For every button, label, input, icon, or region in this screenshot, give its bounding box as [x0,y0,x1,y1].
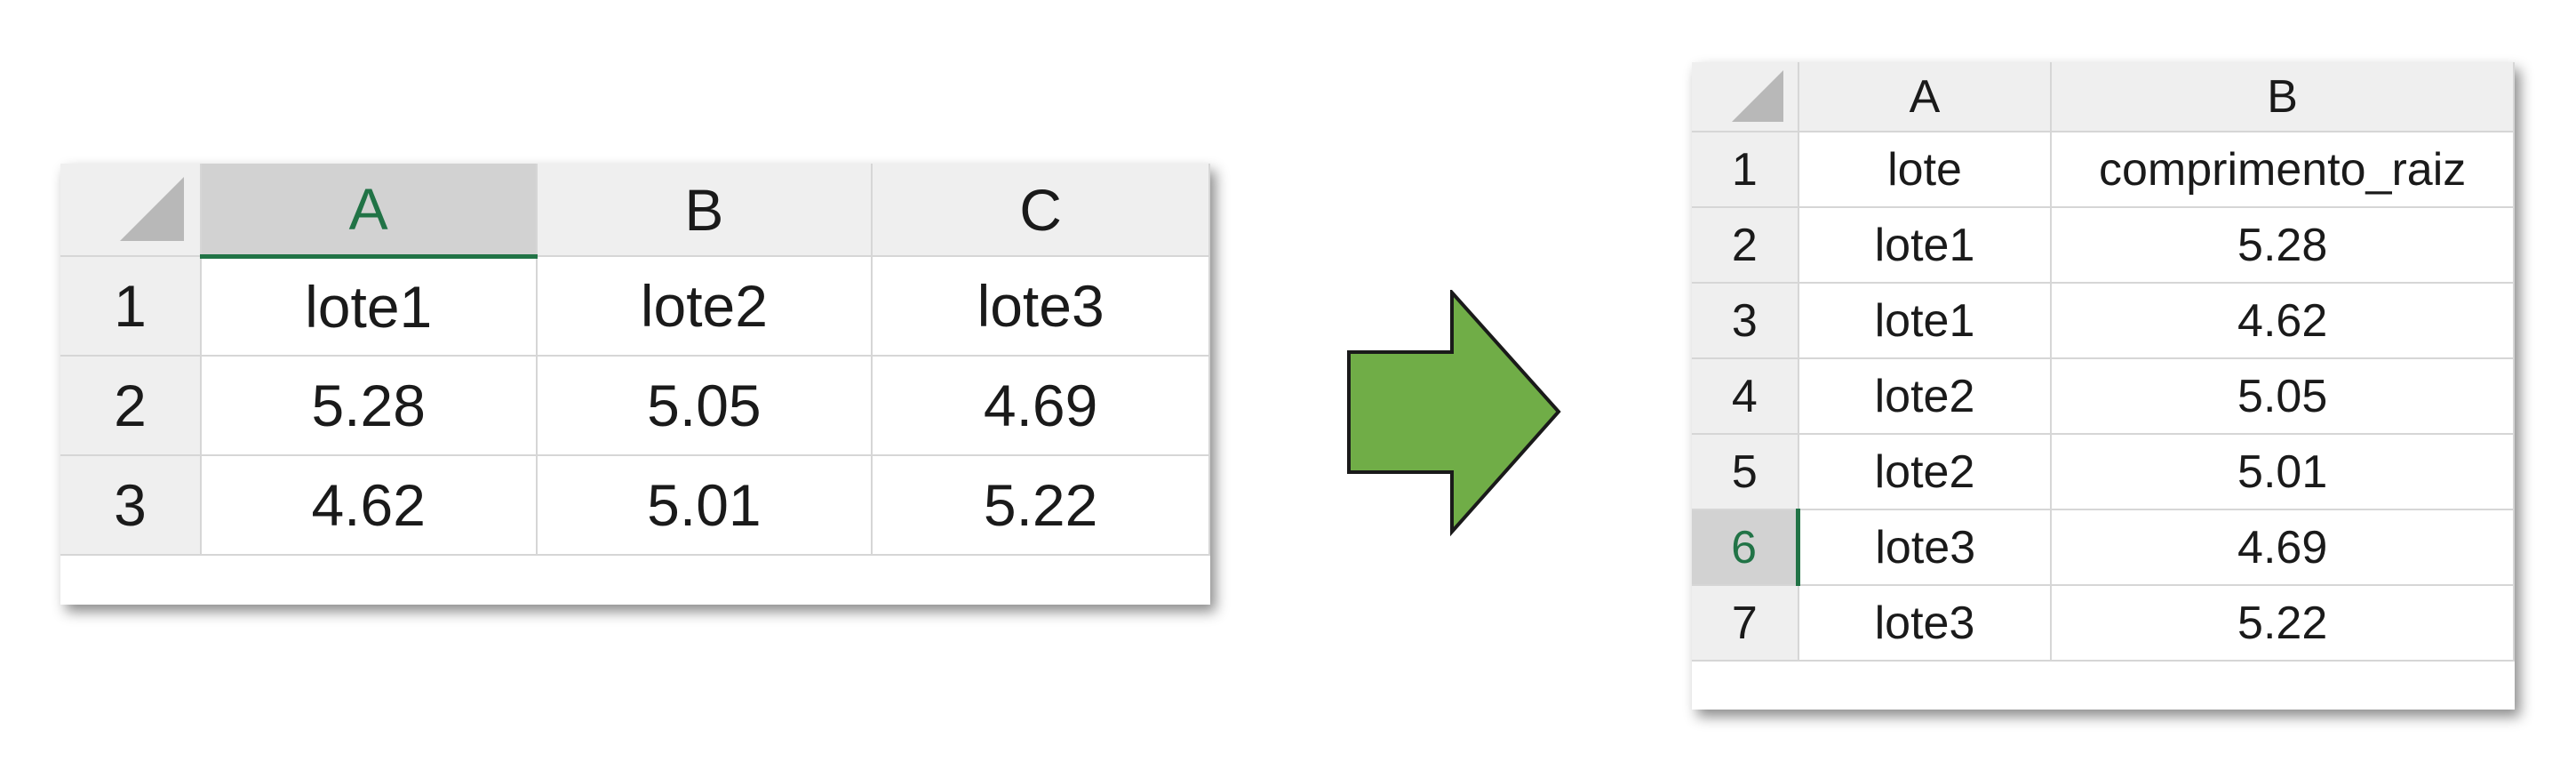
row-header-6[interactable]: 6 [1692,509,1801,586]
table-row: 4 lote2 5.05 [1692,358,2515,435]
table-row: 3 4.62 5.01 5.22 [60,455,1210,556]
table-row: 7 lote3 5.22 [1692,585,2515,662]
row-header-1[interactable]: 1 [1692,132,1799,208]
table-row: 6 lote3 4.69 [1692,509,2515,586]
cell-a4[interactable]: lote2 [1798,358,2053,435]
select-all-corner[interactable] [1692,62,1799,132]
cell-b1[interactable]: lote2 [536,256,873,357]
column-header-b[interactable]: B [536,164,873,257]
cell-b3[interactable]: 4.62 [2051,283,2515,359]
wide-format-grid: A B C 1 lote1 lote2 lote3 2 5.28 5.05 4.… [60,164,1210,556]
table-row: 3 lote1 4.62 [1692,283,2515,359]
cell-a1[interactable]: lote1 [200,256,538,357]
row-header-3[interactable]: 3 [60,455,202,556]
long-format-spreadsheet: A B 1 lote comprimento_raiz 2 lote1 5.28… [1692,62,2515,710]
row-header-4[interactable]: 4 [1692,358,1799,435]
column-header-b[interactable]: B [2051,62,2515,132]
cell-a2[interactable]: 5.28 [200,356,538,456]
cell-c2[interactable]: 4.69 [872,356,1210,456]
cell-a7[interactable]: lote3 [1798,585,2053,662]
cell-b1[interactable]: comprimento_raiz [2051,132,2515,208]
arrow-shape [1347,290,1561,537]
column-header-c[interactable]: C [872,164,1210,257]
cell-b7[interactable]: 5.22 [2051,585,2515,662]
row-header-1[interactable]: 1 [60,256,202,357]
select-all-triangle-icon [1731,70,1783,122]
row-header-7[interactable]: 7 [1692,585,1799,662]
cell-b2[interactable]: 5.05 [536,356,873,456]
column-header-a[interactable]: A [1798,62,2053,132]
table-row: 1 lote1 lote2 lote3 [60,256,1210,357]
row-header-2[interactable]: 2 [60,356,202,456]
right-arrow-icon [1347,290,1561,537]
cell-a2[interactable]: lote1 [1798,207,2053,284]
cell-b2[interactable]: 5.28 [2051,207,2515,284]
cell-a3[interactable]: lote1 [1798,283,2053,359]
long-format-grid: A B 1 lote comprimento_raiz 2 lote1 5.28… [1692,62,2515,662]
select-all-triangle-icon [119,177,184,241]
select-all-corner[interactable] [60,164,202,257]
table-row: 1 lote comprimento_raiz [1692,132,2515,208]
cell-c3[interactable]: 5.22 [872,455,1210,556]
row-header-5[interactable]: 5 [1692,434,1799,510]
row-header-3[interactable]: 3 [1692,283,1799,359]
table-row: 2 5.28 5.05 4.69 [60,356,1210,456]
cell-b5[interactable]: 5.01 [2051,434,2515,510]
wide-format-spreadsheet: A B C 1 lote1 lote2 lote3 2 5.28 5.05 4.… [60,164,1210,605]
cell-c1[interactable]: lote3 [872,256,1210,357]
cell-a5[interactable]: lote2 [1798,434,2053,510]
cell-b4[interactable]: 5.05 [2051,358,2515,435]
table-row: 5 lote2 5.01 [1692,434,2515,510]
column-header-a[interactable]: A [200,164,538,259]
table-row: 2 lote1 5.28 [1692,207,2515,284]
row-header-2[interactable]: 2 [1692,207,1799,284]
cell-b6[interactable]: 4.69 [2051,509,2515,586]
cell-a3[interactable]: 4.62 [200,455,538,556]
cell-b3[interactable]: 5.01 [536,455,873,556]
cell-a6[interactable]: lote3 [1798,509,2053,586]
cell-a1[interactable]: lote [1798,132,2053,208]
